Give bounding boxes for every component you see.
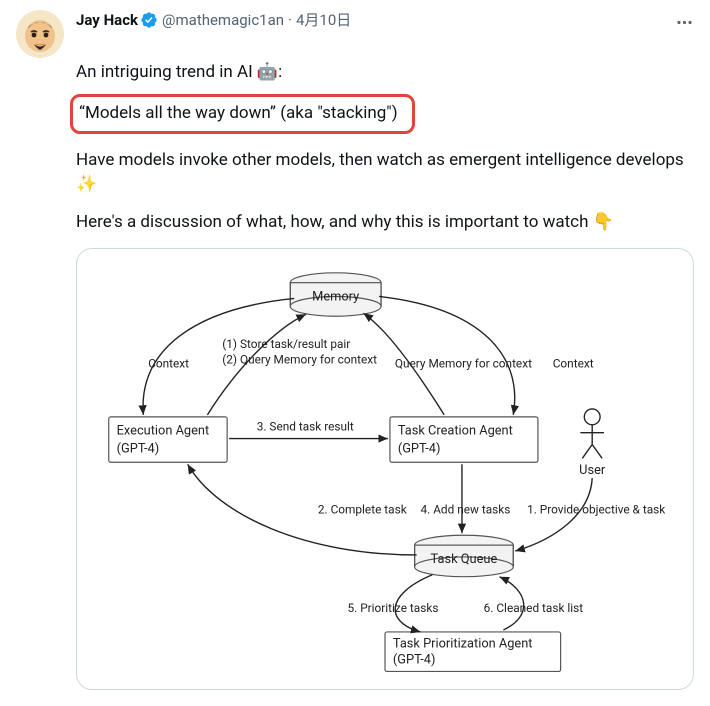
- exec-l1: Execution Agent: [117, 424, 210, 439]
- architecture-diagram: Memory Execution Agent (GPT-4) Task Crea…: [89, 259, 681, 673]
- text-line-3: Have models invoke other models, then wa…: [76, 150, 684, 170]
- author-line: Jay Hack @mathemagic1an · 4月10日: [76, 10, 351, 30]
- more-options-button[interactable]: [674, 12, 694, 32]
- robot-emoji: 🤖: [257, 62, 278, 82]
- task-prioritization-agent-node: Task Prioritization Agent (GPT-4): [385, 632, 561, 671]
- text-line-1b: :: [278, 62, 282, 82]
- memory-node: Memory: [290, 273, 381, 316]
- tweet-date[interactable]: 4月10日: [296, 10, 351, 30]
- text-line-4: Here's a discussion of what, how, and wh…: [76, 212, 593, 232]
- sparkles-emoji: ✨: [76, 174, 97, 194]
- tweet-body: An intriguing trend in AI 🤖: “Models all…: [76, 60, 694, 690]
- edge-prioritize: 5. Prioritize tasks: [348, 601, 439, 615]
- tweet-text: An intriguing trend in AI 🤖: “Models all…: [76, 60, 694, 234]
- tweet-media-card[interactable]: Memory Execution Agent (GPT-4) Task Crea…: [76, 248, 694, 690]
- highlight-text: “Models all the way down” (aka "stacking…: [79, 103, 398, 123]
- queue-label: Task Queue: [431, 552, 498, 567]
- user-label: User: [579, 463, 606, 478]
- tweet-container: Jay Hack @mathemagic1an · 4月10日 An intri…: [0, 0, 710, 706]
- edge-context-right: Context: [553, 357, 594, 371]
- avatar-image: [16, 10, 64, 58]
- tweet-header: Jay Hack @mathemagic1an · 4月10日: [16, 10, 694, 58]
- user-node: User: [579, 409, 606, 478]
- verified-badge-icon: [140, 11, 158, 29]
- edge-store-l2: (2) Query Memory for context: [222, 353, 377, 367]
- edge-send-task: 3. Send task result: [257, 420, 354, 434]
- edge-add-new: 4. Add new tasks: [421, 503, 511, 517]
- create-l2: (GPT-4): [398, 441, 441, 456]
- task-queue-node: Task Queue: [415, 535, 514, 576]
- exec-l2: (GPT-4): [117, 441, 160, 456]
- edge-provide: 1. Provide objective & task: [527, 503, 665, 517]
- edge-context-left: Context: [148, 357, 189, 371]
- edge-cleaned: 6. Cleaned task list: [484, 601, 584, 615]
- user-handle[interactable]: @mathemagic1an: [162, 10, 284, 30]
- edge-complete: 2. Complete task: [318, 503, 407, 517]
- separator-dot: ·: [288, 10, 292, 30]
- execution-agent-node: Execution Agent (GPT-4): [109, 417, 227, 462]
- display-name[interactable]: Jay Hack: [76, 10, 138, 30]
- ellipsis-icon: [675, 13, 694, 32]
- edge-store-l1: (1) Store task/result pair: [222, 337, 350, 351]
- prior-l1: Task Prioritization Agent: [393, 637, 533, 652]
- prior-l2: (GPT-4): [393, 653, 436, 668]
- avatar[interactable]: [16, 10, 64, 58]
- point-down-emoji: 👇: [593, 212, 614, 232]
- edge-query-mem: Query Memory for context: [395, 357, 532, 371]
- memory-label: Memory: [312, 289, 359, 304]
- text-line-1a: An intriguing trend in AI: [76, 62, 257, 82]
- task-creation-agent-node: Task Creation Agent (GPT-4): [390, 417, 538, 462]
- create-l1: Task Creation Agent: [398, 424, 513, 439]
- highlighted-quote: “Models all the way down” (aka "stacking…: [70, 94, 415, 134]
